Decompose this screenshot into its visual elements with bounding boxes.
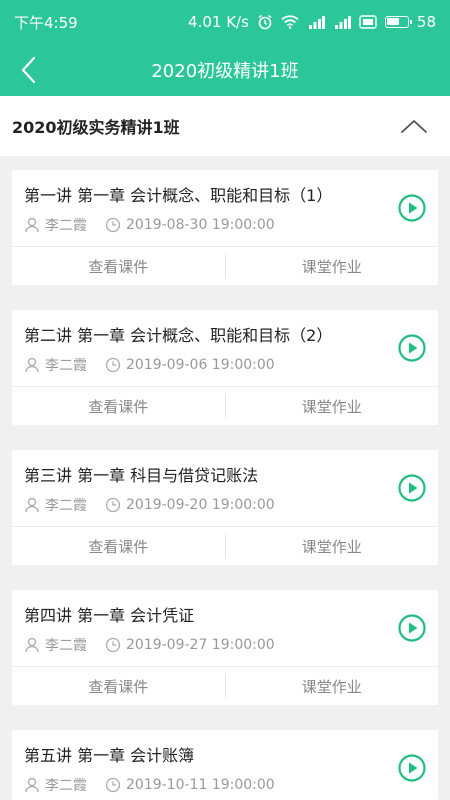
homework-button[interactable]: 课堂作业: [226, 387, 439, 425]
user-icon: [24, 637, 40, 653]
status-icons: 4.01 K/s 58: [188, 13, 436, 31]
lesson-actions: 查看课件 课堂作业: [12, 667, 438, 705]
view-courseware-button[interactable]: 查看课件: [12, 387, 225, 425]
lesson-meta: 李二霞 2019-09-20 19:00:00: [24, 495, 275, 515]
collapse-button[interactable]: [400, 114, 428, 138]
user-icon: [24, 357, 40, 373]
homework-button[interactable]: 课堂作业: [226, 667, 439, 705]
status-bar: 下午4:59 4.01 K/s 58: [0, 0, 450, 44]
teacher-name: 李二霞: [45, 358, 87, 374]
lesson-actions: 查看课件 课堂作业: [12, 527, 438, 565]
teacher-name: 李二霞: [45, 778, 87, 794]
teacher-name: 李二霞: [45, 218, 87, 234]
user-icon: [24, 217, 40, 233]
lesson-card: 第二讲 第一章 会计概念、职能和目标（2） 李二霞 2019-09-06 19:…: [12, 310, 438, 425]
lesson-time: 2019-09-20 19:00:00: [105, 497, 275, 513]
play-icon[interactable]: [398, 334, 426, 362]
lesson-time: 2019-08-30 19:00:00: [105, 217, 275, 233]
lesson-card: 第三讲 第一章 科目与借贷记账法 李二霞 2019-09-20 19:00:00…: [12, 450, 438, 565]
play-icon[interactable]: [398, 474, 426, 502]
alarm-icon: [257, 14, 273, 30]
clock-icon: [105, 497, 121, 513]
clock-icon: [105, 357, 121, 373]
lesson-title[interactable]: 第一讲 第一章 会计概念、职能和目标（1）: [24, 182, 332, 206]
view-courseware-button[interactable]: 查看课件: [12, 247, 225, 285]
lesson-title[interactable]: 第四讲 第一章 会计凭证: [24, 602, 194, 626]
hd-icon: [359, 15, 377, 29]
teacher-name: 李二霞: [45, 498, 87, 514]
back-button[interactable]: [10, 52, 46, 88]
teacher-name: 李二霞: [45, 638, 87, 654]
lesson-meta: 李二霞 2019-09-27 19:00:00: [24, 635, 275, 655]
lesson-title[interactable]: 第二讲 第一章 会计概念、职能和目标（2）: [24, 322, 332, 346]
lesson-datetime: 2019-10-11 19:00:00: [126, 777, 275, 793]
lesson-time: 2019-10-11 19:00:00: [105, 777, 275, 793]
lesson-title[interactable]: 第三讲 第一章 科目与借贷记账法: [24, 462, 258, 486]
network-speed: 4.01 K/s: [188, 13, 249, 31]
lesson-actions: 查看课件 课堂作业: [12, 387, 438, 425]
lesson-time: 2019-09-27 19:00:00: [105, 637, 275, 653]
course-section-title: 2020初级实务精讲1班: [12, 118, 180, 137]
clock-icon: [105, 637, 121, 653]
lesson-actions: 查看课件 课堂作业: [12, 247, 438, 285]
battery-level: 58: [416, 13, 436, 31]
signal-icon-2: [333, 15, 351, 29]
chevron-left-icon: [21, 56, 36, 84]
app-header: 下午4:59 4.01 K/s 58 2020初级精讲1班: [0, 0, 450, 96]
lesson-meta: 李二霞 2019-10-11 19:00:00: [24, 775, 275, 795]
lesson-time: 2019-09-06 19:00:00: [105, 357, 275, 373]
lesson-datetime: 2019-09-20 19:00:00: [126, 497, 275, 513]
lesson-card: 第一讲 第一章 会计概念、职能和目标（1） 李二霞 2019-08-30 19:…: [12, 170, 438, 285]
lesson-card: 第五讲 第一章 会计账簿 李二霞 2019-10-11 19:00:00: [12, 730, 438, 800]
lesson-title[interactable]: 第五讲 第一章 会计账簿: [24, 742, 194, 766]
clock-icon: [105, 777, 121, 793]
play-icon[interactable]: [398, 194, 426, 222]
lesson-datetime: 2019-08-30 19:00:00: [126, 217, 275, 233]
homework-button[interactable]: 课堂作业: [226, 247, 439, 285]
wifi-icon: [281, 15, 299, 29]
view-courseware-button[interactable]: 查看课件: [12, 667, 225, 705]
view-courseware-button[interactable]: 查看课件: [12, 527, 225, 565]
chevron-up-icon: [401, 120, 427, 133]
lesson-meta: 李二霞 2019-09-06 19:00:00: [24, 355, 275, 375]
lesson-datetime: 2019-09-06 19:00:00: [126, 357, 275, 373]
lesson-card: 第四讲 第一章 会计凭证 李二霞 2019-09-27 19:00:00 查看课…: [12, 590, 438, 705]
battery-icon: [384, 16, 412, 28]
play-icon[interactable]: [398, 614, 426, 642]
signal-icon: [307, 15, 325, 29]
user-icon: [24, 497, 40, 513]
user-icon: [24, 777, 40, 793]
clock-icon: [105, 217, 121, 233]
page-title: 2020初级精讲1班: [151, 61, 299, 82]
play-icon[interactable]: [398, 754, 426, 782]
status-time: 下午4:59: [14, 13, 78, 32]
lesson-datetime: 2019-09-27 19:00:00: [126, 637, 275, 653]
nav-bar: 2020初级精讲1班: [0, 44, 450, 96]
lesson-meta: 李二霞 2019-08-30 19:00:00: [24, 215, 275, 235]
course-section-header[interactable]: 2020初级实务精讲1班: [0, 96, 450, 156]
homework-button[interactable]: 课堂作业: [226, 527, 439, 565]
